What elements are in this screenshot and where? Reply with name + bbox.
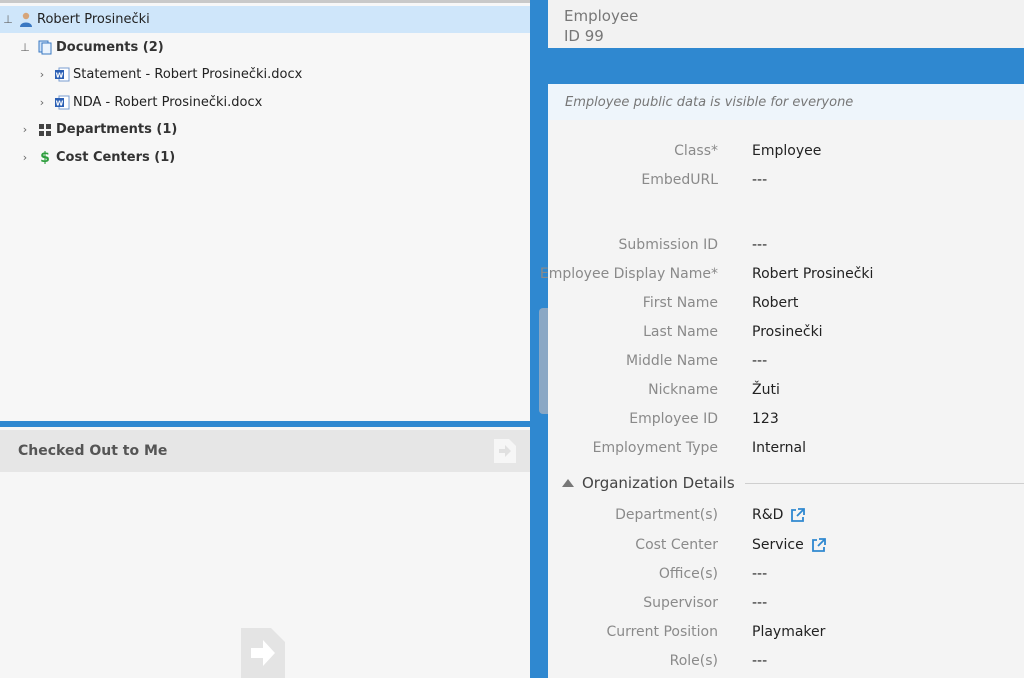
prop-value[interactable]: Employee [752, 143, 821, 159]
expand-chevron-icon[interactable]: › [18, 151, 32, 164]
prop-label: Nickname [648, 382, 718, 398]
external-link-icon[interactable] [790, 507, 806, 523]
prop-value[interactable]: --- [752, 653, 767, 669]
prop-submission-id[interactable]: Submission ID --- [548, 237, 1024, 259]
prop-value[interactable]: R&D [752, 507, 806, 523]
prop-value[interactable]: --- [752, 566, 767, 582]
word-document-icon: W [54, 95, 70, 111]
person-icon [18, 12, 34, 28]
public-data-notice: Employee public data is visible for ever… [548, 84, 1024, 120]
header-bar [548, 48, 1024, 84]
prop-value[interactable]: Žuti [752, 382, 780, 398]
prop-value[interactable]: 123 [752, 411, 779, 427]
prop-label: EmbedURL [641, 172, 718, 188]
svg-text:W: W [55, 100, 63, 108]
object-tree: ⊥ Robert Prosinečki ⊥ Documents (2) › W … [0, 0, 530, 421]
prop-label: Employee ID [629, 411, 718, 427]
section-title: Organization Details [582, 474, 735, 492]
prop-value[interactable]: Robert [752, 295, 798, 311]
document-arrow-icon [241, 628, 285, 678]
expand-chevron-icon[interactable]: › [35, 96, 49, 109]
prop-middle-name[interactable]: Middle Name --- [548, 353, 1024, 375]
prop-label: Employment Type [592, 440, 718, 456]
tree-documents-label: Documents (2) [56, 40, 164, 55]
prop-class[interactable]: Class* Employee [548, 143, 1024, 165]
doc-statement-label: Statement - Robert Prosinečki.docx [73, 67, 303, 82]
prop-value[interactable]: --- [752, 353, 767, 369]
prop-value[interactable]: Internal [752, 440, 806, 456]
prop-value[interactable]: Service [752, 537, 826, 553]
documents-icon [37, 40, 53, 56]
prop-cost-center[interactable]: Cost Center Service [548, 537, 1024, 559]
splitter-grip[interactable] [539, 308, 548, 414]
collapse-toggle[interactable]: ⊥ [18, 41, 32, 54]
svg-text:W: W [55, 72, 63, 80]
tree-departments-label: Departments (1) [56, 122, 178, 137]
doc-nda-label: NDA - Robert Prosinečki.docx [73, 95, 263, 110]
tree-item-departments[interactable]: › Departments (1) [18, 116, 178, 143]
prop-offices[interactable]: Office(s) --- [548, 566, 1024, 588]
prop-value[interactable]: --- [752, 237, 767, 253]
object-header: Employee ID 99 [548, 0, 1024, 48]
grid-icon [37, 122, 53, 138]
prop-employee-id[interactable]: Employee ID 123 [548, 411, 1024, 433]
prop-label: Department(s) [615, 507, 718, 523]
object-id: ID 99 [564, 27, 604, 45]
prop-supervisor[interactable]: Supervisor --- [548, 595, 1024, 617]
dollar-icon: $ [40, 149, 50, 166]
prop-label: Employee Display Name* [539, 266, 718, 282]
prop-value-text[interactable]: Service [752, 537, 804, 553]
tree-item-doc-statement[interactable]: › W Statement - Robert Prosinečki.docx [35, 61, 303, 88]
prop-value-text[interactable]: R&D [752, 507, 783, 523]
prop-value[interactable]: Playmaker [752, 624, 825, 640]
document-arrow-icon[interactable] [494, 439, 516, 463]
prop-value[interactable]: Robert Prosinečki [752, 266, 873, 282]
prop-label: Supervisor [643, 595, 718, 611]
word-document-icon: W [54, 67, 70, 83]
prop-current-position[interactable]: Current Position Playmaker [548, 624, 1024, 646]
checked-out-header: Checked Out to Me [0, 430, 530, 472]
prop-value[interactable]: Prosinečki [752, 324, 823, 340]
prop-last-name[interactable]: Last Name Prosinečki [548, 324, 1024, 346]
external-link-icon[interactable] [811, 537, 826, 553]
horizontal-splitter[interactable] [0, 421, 530, 427]
prop-label: Submission ID [618, 237, 718, 253]
tree-item-cost-centers[interactable]: › $ Cost Centers (1) [18, 144, 175, 171]
prop-value[interactable]: --- [752, 172, 767, 188]
section-divider [744, 482, 1024, 484]
prop-label: Middle Name [626, 353, 718, 369]
prop-display-name[interactable]: Employee Display Name* Robert Prosinečki [540, 266, 1024, 288]
prop-label: Current Position [606, 624, 718, 640]
prop-label: Class* [674, 143, 718, 159]
collapse-toggle[interactable]: ⊥ [1, 13, 15, 26]
expand-chevron-icon[interactable]: › [35, 68, 49, 81]
prop-value[interactable]: --- [752, 595, 767, 611]
prop-nickname[interactable]: Nickname Žuti [548, 382, 1024, 404]
prop-employment-type[interactable]: Employment Type Internal [548, 440, 1024, 462]
tree-root-label: Robert Prosinečki [37, 12, 150, 27]
prop-label: First Name [642, 295, 718, 311]
prop-label: Cost Center [635, 537, 718, 553]
prop-departments[interactable]: Department(s) R&D [548, 507, 1024, 529]
tree-item-root[interactable]: ⊥ Robert Prosinečki [0, 6, 530, 33]
object-type: Employee [564, 7, 639, 25]
organization-details-section[interactable]: Organization Details [562, 472, 1024, 494]
prop-label: Office(s) [658, 566, 718, 582]
expand-chevron-icon[interactable]: › [18, 123, 32, 136]
left-pane: ⊥ Robert Prosinečki ⊥ Documents (2) › W … [0, 0, 530, 678]
prop-roles[interactable]: Role(s) --- [548, 653, 1024, 675]
tree-item-documents[interactable]: ⊥ Documents (2) [18, 34, 164, 61]
checked-out-title: Checked Out to Me [18, 443, 168, 459]
prop-label: Role(s) [669, 653, 718, 669]
prop-embedurl[interactable]: EmbedURL --- [548, 172, 1024, 194]
collapse-triangle-icon[interactable] [562, 479, 574, 487]
tree-cost-centers-label: Cost Centers (1) [56, 150, 176, 165]
prop-label: Last Name [643, 324, 718, 340]
prop-first-name[interactable]: First Name Robert [548, 295, 1024, 317]
metadata-pane: Employee ID 99 Employee public data is v… [540, 0, 1024, 678]
tree-item-doc-nda[interactable]: › W NDA - Robert Prosinečki.docx [35, 89, 263, 116]
